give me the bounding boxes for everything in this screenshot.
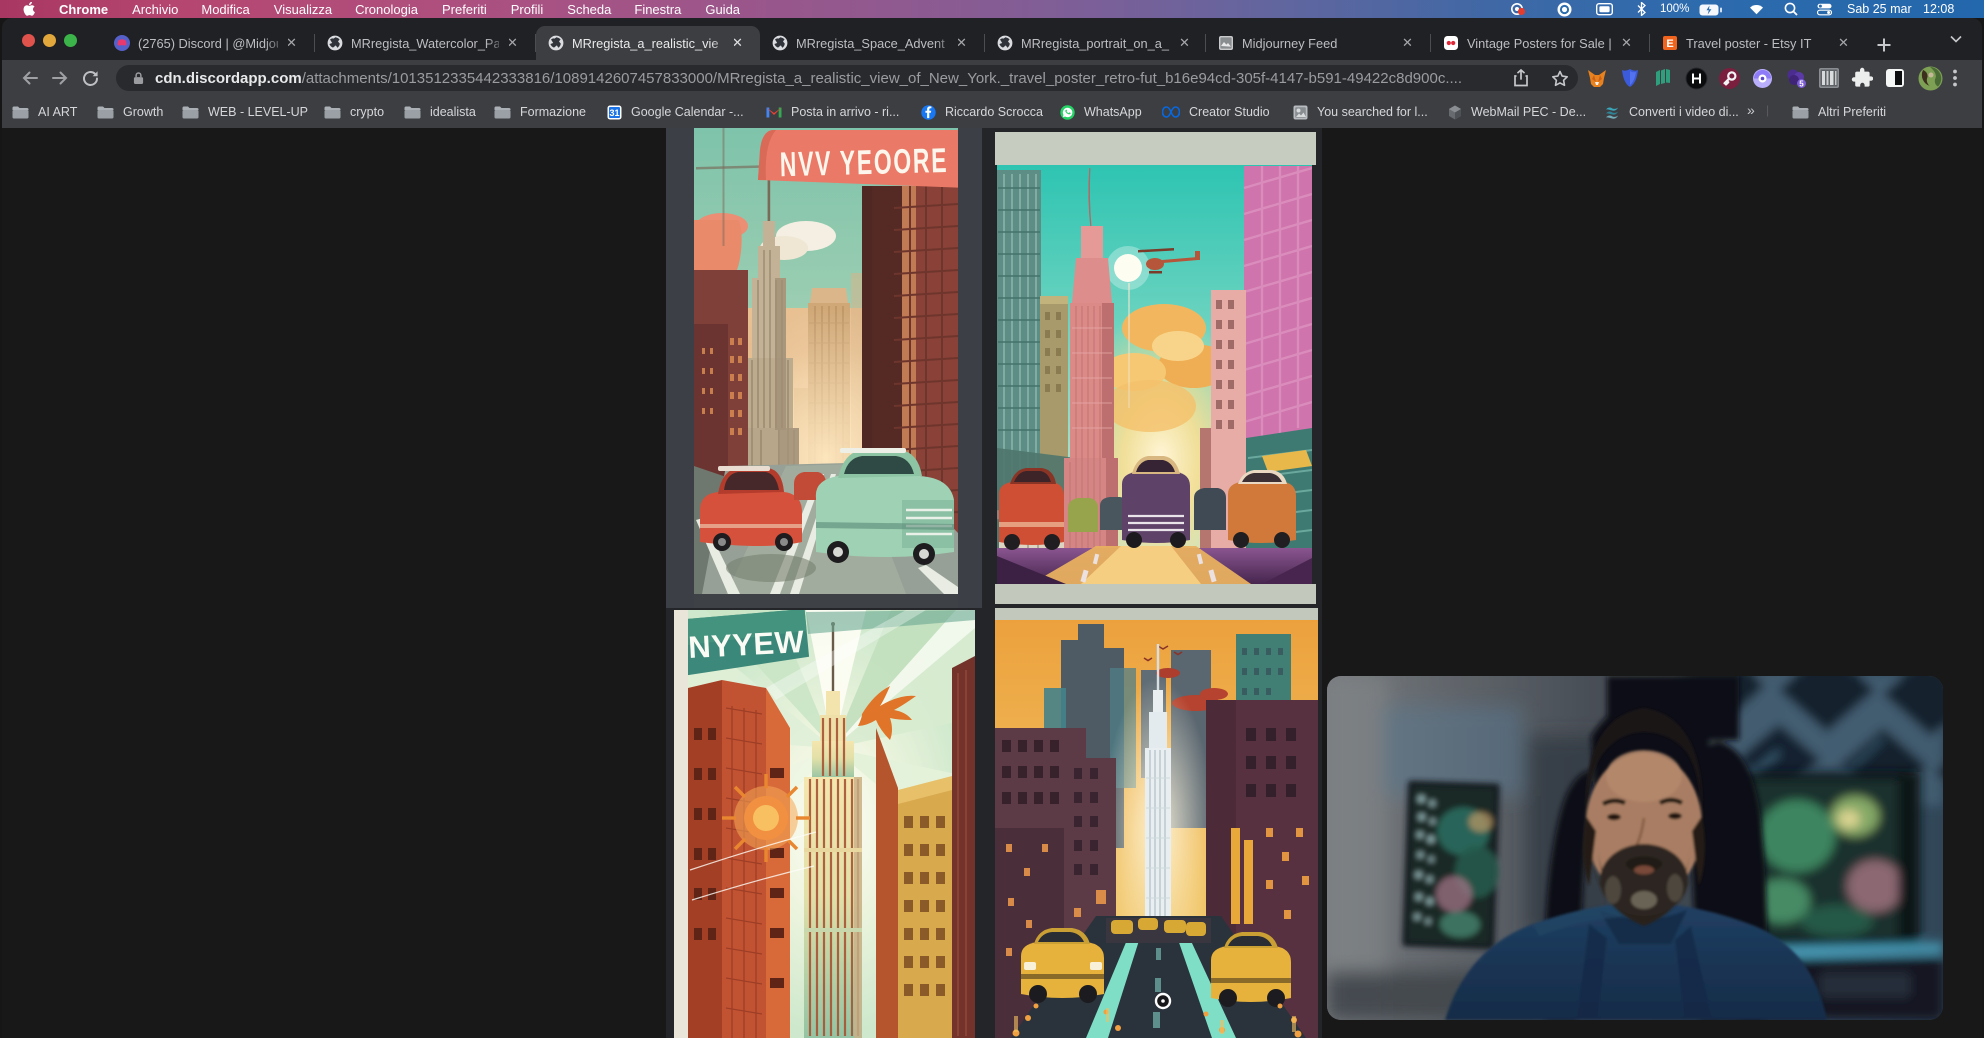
svg-text:5: 5 <box>1799 80 1804 89</box>
svg-text:NYYEW: NYYEW <box>687 624 805 665</box>
svg-text:E: E <box>1666 38 1673 50</box>
svg-text:31: 31 <box>609 108 619 118</box>
svg-text:NVV YEOORE: NVV YEOORE <box>779 141 948 184</box>
